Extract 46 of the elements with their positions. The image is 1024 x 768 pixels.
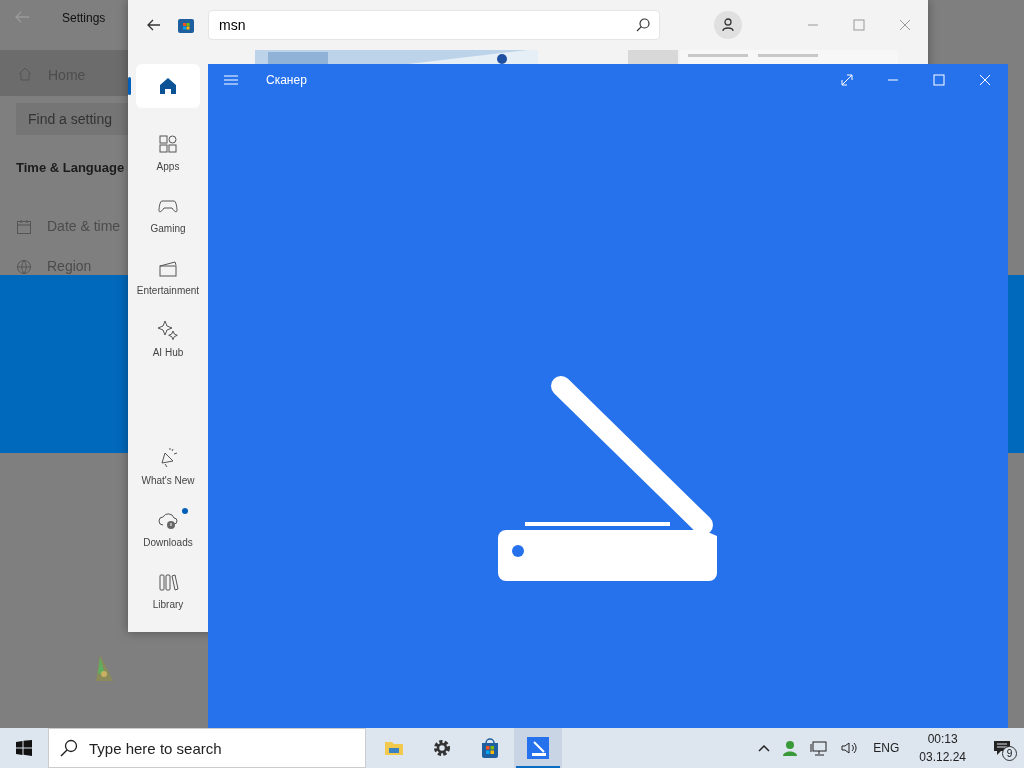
person-icon[interactable] bbox=[782, 740, 799, 756]
close-icon bbox=[979, 74, 991, 86]
account-button[interactable] bbox=[714, 11, 742, 39]
clock-date[interactable]: 03.12.24 bbox=[919, 748, 966, 766]
search-field[interactable]: msn bbox=[208, 10, 660, 40]
search-icon bbox=[636, 18, 650, 32]
back-icon bbox=[147, 19, 161, 31]
close-icon bbox=[899, 19, 911, 31]
nav-item[interactable]: What's New bbox=[136, 436, 200, 498]
apps-icon bbox=[157, 132, 179, 155]
settings-icon bbox=[431, 737, 453, 759]
nav-item[interactable]: Library bbox=[136, 560, 200, 622]
search-field[interactable]: Find a setting bbox=[16, 103, 128, 135]
fullscreen-icon bbox=[841, 74, 853, 86]
back-icon[interactable] bbox=[14, 10, 30, 24]
notifications-button[interactable]: 9 bbox=[980, 728, 1024, 768]
nav-item[interactable]: Gaming bbox=[136, 184, 200, 246]
store-icon bbox=[479, 737, 501, 759]
language-indicator[interactable]: ENG bbox=[867, 739, 906, 757]
account-icon bbox=[722, 18, 734, 32]
search-field[interactable]: Type here to search bbox=[48, 728, 366, 768]
window-title: Сканер bbox=[266, 72, 307, 89]
volume-icon[interactable] bbox=[840, 740, 859, 756]
globe-icon bbox=[16, 258, 32, 275]
notification-badge: 9 bbox=[1002, 746, 1017, 761]
nav-item[interactable]: Downloads bbox=[136, 498, 200, 560]
calendar-icon bbox=[16, 218, 32, 235]
store-logo-icon bbox=[178, 17, 194, 33]
nav-item[interactable]: AI Hub bbox=[136, 308, 200, 370]
home-icon bbox=[157, 75, 179, 97]
window-title: Settings bbox=[62, 10, 106, 27]
section-title: Time & Language bbox=[16, 159, 125, 177]
chevron-up-icon[interactable] bbox=[758, 744, 771, 752]
start-icon bbox=[16, 740, 32, 756]
clock-time[interactable]: 00:13 bbox=[927, 730, 958, 748]
taskbar-app[interactable] bbox=[514, 728, 562, 768]
scanner-icon bbox=[527, 737, 549, 759]
maximize-icon bbox=[853, 19, 865, 31]
maximize-icon bbox=[933, 74, 945, 86]
active-indicator bbox=[516, 766, 560, 768]
menu-icon bbox=[224, 75, 238, 85]
nav-item[interactable]: Entertainment bbox=[136, 246, 200, 308]
ai-icon bbox=[157, 318, 179, 341]
selection-indicator bbox=[128, 77, 131, 95]
nav-item[interactable]: Apps bbox=[136, 122, 200, 184]
network-icon[interactable] bbox=[810, 740, 829, 756]
